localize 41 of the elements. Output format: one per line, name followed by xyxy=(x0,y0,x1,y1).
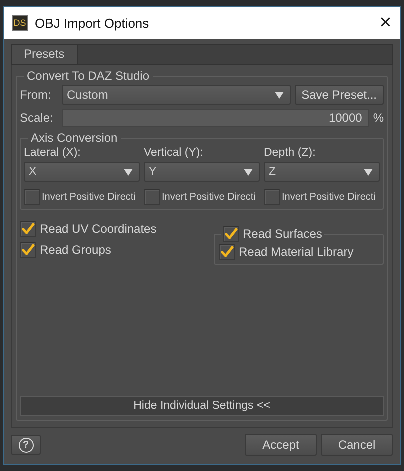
window-title: OBJ Import Options xyxy=(35,16,150,30)
checkbox-label: Invert Positive Directi xyxy=(42,192,136,202)
scale-field[interactable]: 10000 xyxy=(62,109,370,127)
hide-settings-button[interactable]: Hide Individual Settings << xyxy=(20,396,384,416)
checkbox-label: Read UV Coordinates xyxy=(40,222,157,236)
dropdown[interactable]: Z xyxy=(264,162,380,182)
checkbox[interactable] xyxy=(219,244,235,260)
checkbox-label: Invert Positive Directi xyxy=(162,192,256,202)
caret-icon xyxy=(274,92,284,98)
caret-icon xyxy=(364,168,373,176)
close-icon[interactable]: ✕ xyxy=(379,13,392,33)
field-label: From: xyxy=(20,88,52,102)
tab[interactable]: Presets xyxy=(12,45,78,64)
field-label: Lateral (X): xyxy=(24,147,82,159)
field-label: Depth (Z): xyxy=(264,147,317,159)
save-preset-button[interactable]: Save Preset... xyxy=(294,85,384,105)
checkbox-label: Read Groups xyxy=(40,243,112,257)
field-label: Scale: xyxy=(20,111,54,125)
dropdown[interactable]: Custom xyxy=(62,85,291,105)
caret-icon xyxy=(244,168,253,176)
help-button[interactable]: ? xyxy=(11,435,41,455)
dropdown[interactable]: X xyxy=(24,162,140,182)
unit-label: % xyxy=(373,111,384,125)
checkbox-label: Read Surfaces xyxy=(243,227,322,241)
field-label: Vertical (Y): xyxy=(144,147,204,159)
dropdown[interactable]: Y xyxy=(144,162,260,182)
group-title: Convert To DAZ Studio xyxy=(26,69,151,83)
caret-icon xyxy=(124,168,133,176)
checkbox-label: Invert Positive Directi xyxy=(282,192,376,202)
checkbox[interactable] xyxy=(20,221,36,237)
group-title: Axis Conversion xyxy=(30,131,119,145)
checkbox-label: Read Material Library xyxy=(239,245,354,259)
help-icon: ? xyxy=(18,438,34,452)
checkbox[interactable] xyxy=(144,189,160,205)
dialog-button[interactable]: Accept xyxy=(245,434,317,456)
checkbox[interactable] xyxy=(264,189,280,205)
checkbox[interactable] xyxy=(24,189,40,205)
checkbox[interactable] xyxy=(223,226,239,242)
checkbox[interactable] xyxy=(20,242,36,258)
app-logo: DS xyxy=(12,15,28,31)
dialog-button[interactable]: Cancel xyxy=(321,434,393,456)
